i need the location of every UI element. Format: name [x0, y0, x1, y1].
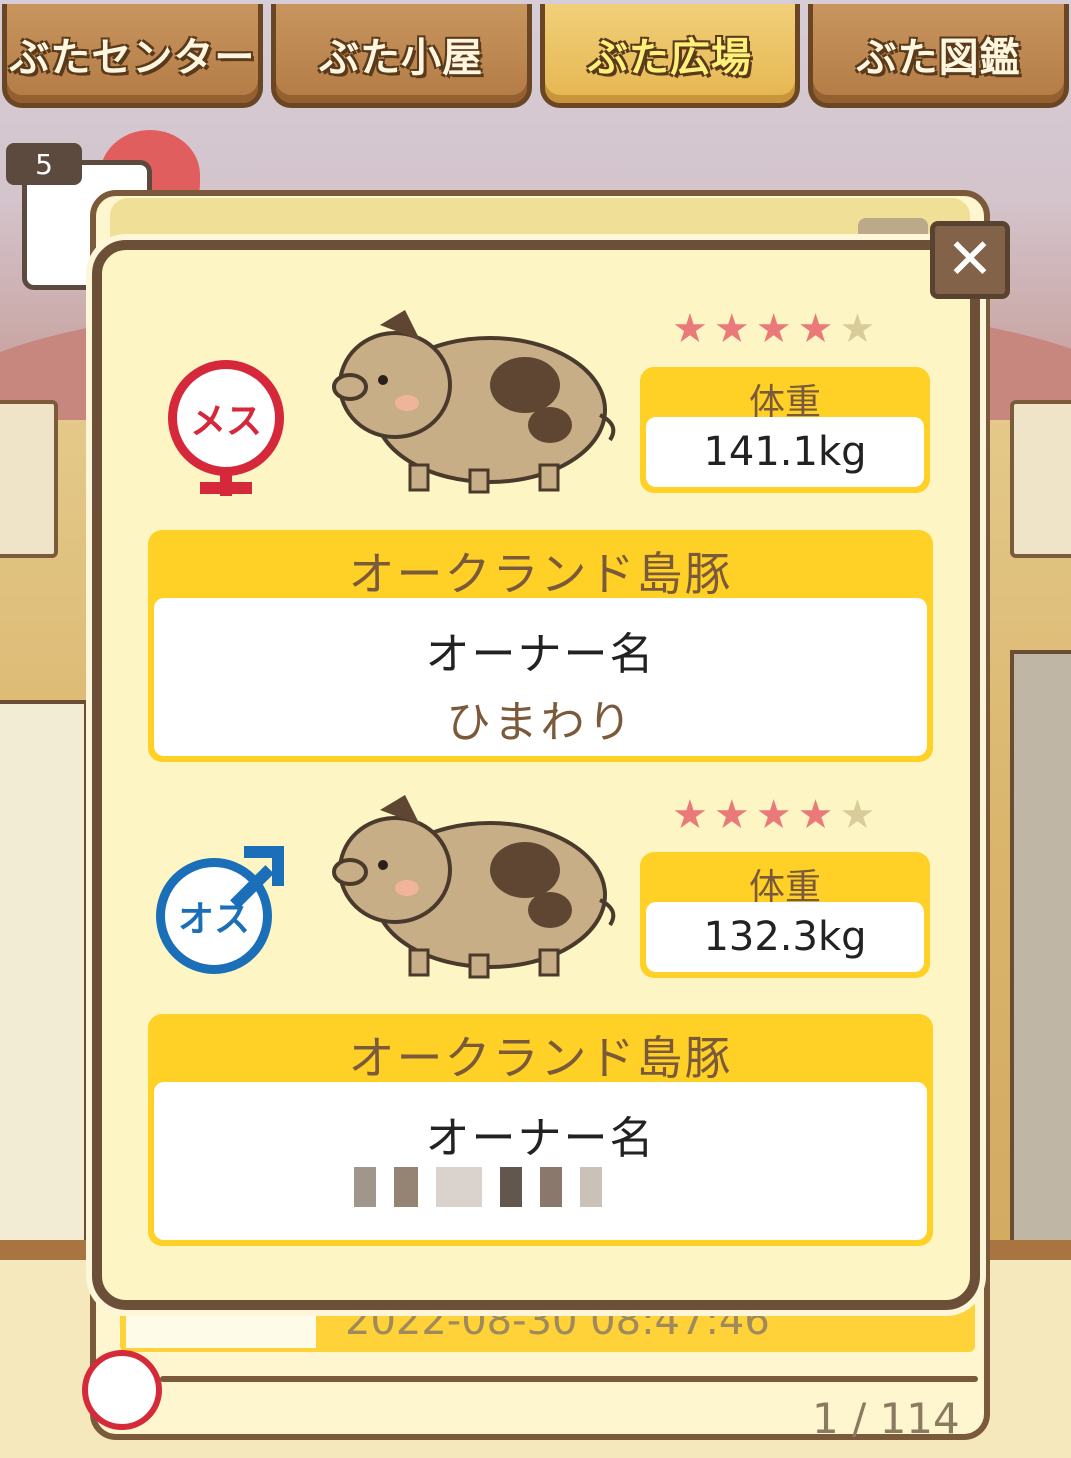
- venus-symbol: [200, 472, 252, 496]
- fence-right: [1010, 400, 1071, 558]
- female-gender-icon: メス: [158, 360, 298, 510]
- pig-illustration: [332, 310, 616, 494]
- divider: [160, 1376, 978, 1382]
- rating-stars: ★★★★★: [672, 792, 882, 838]
- top-tab-bar: ぶたセンター ぶた小屋 ぶた広場 ぶた図鑑: [0, 0, 1071, 112]
- weight-panel: 体重 141.1kg: [640, 367, 930, 493]
- fence-left: [0, 400, 58, 558]
- queue-count-badge: 5: [6, 143, 82, 185]
- close-button[interactable]: ✕: [930, 221, 1010, 299]
- weight-value: 132.3kg: [646, 902, 924, 972]
- breed-name: オークランド島豚: [348, 547, 733, 601]
- owner-card: オーナー名 ひまわり: [154, 598, 927, 756]
- tab-buta-hiroba[interactable]: ぶた広場: [539, 4, 801, 108]
- owner-label: オーナー名: [425, 629, 656, 680]
- weight-panel: 体重 132.3kg: [640, 852, 930, 978]
- breed-name: オークランド島豚: [348, 1031, 733, 1085]
- mars-symbol: [230, 846, 284, 909]
- owner-label: オーナー名: [425, 1113, 656, 1164]
- tab-buta-zukan[interactable]: ぶた図鑑: [808, 4, 1069, 108]
- page-indicator: 1 / 114: [812, 1394, 960, 1443]
- owner-name: ひまわり: [446, 697, 635, 748]
- pig-illustration: [332, 795, 616, 979]
- building-left: [0, 700, 88, 1268]
- building-right: [1010, 650, 1071, 1278]
- tab-buta-center[interactable]: ぶたセンター: [2, 4, 263, 108]
- weight-value: 141.1kg: [646, 417, 924, 487]
- close-icon: ✕: [946, 227, 994, 292]
- female-icon: [82, 1350, 162, 1430]
- owner-card: オーナー名: [154, 1082, 927, 1240]
- pig-info-panel: オークランド島豚 オーナー名 ひまわり: [148, 530, 933, 762]
- male-gender-icon: オス: [146, 838, 286, 988]
- redacted-owner-name: [354, 1164, 734, 1210]
- rating-stars: ★★★★★: [672, 306, 882, 352]
- tab-buta-koya[interactable]: ぶた小屋: [270, 4, 532, 108]
- pig-info-panel: オークランド島豚 オーナー名: [148, 1014, 933, 1246]
